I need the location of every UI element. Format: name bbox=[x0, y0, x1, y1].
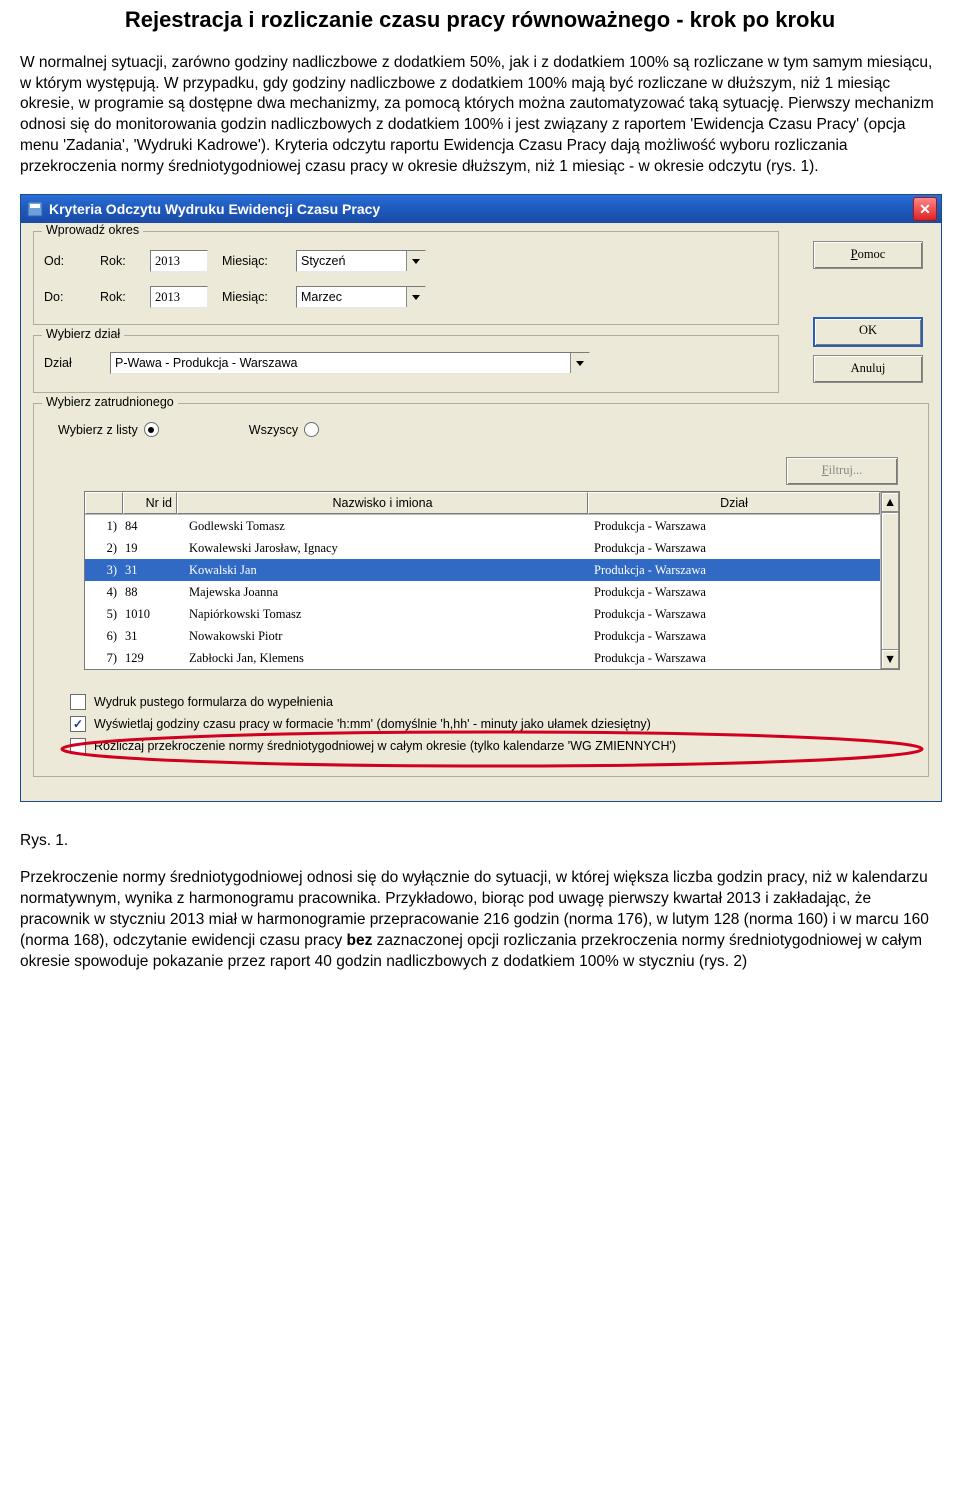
employee-legend: Wybierz zatrudnionego bbox=[42, 395, 178, 409]
radio-dot-icon bbox=[144, 422, 159, 437]
department-label: Dział bbox=[44, 356, 96, 370]
checkbox-blank-form[interactable]: Wydruk pustego formularza do wypełnienia bbox=[70, 694, 918, 710]
col-header-dept[interactable]: Dział bbox=[588, 492, 880, 514]
chevron-down-icon bbox=[570, 353, 589, 373]
radio-from-list[interactable]: Wybierz z listy bbox=[58, 422, 159, 437]
chevron-down-icon bbox=[406, 287, 425, 307]
outro-paragraph: Przekroczenie normy średniotygodniowej o… bbox=[20, 868, 940, 973]
cancel-button[interactable]: Anuluj bbox=[813, 355, 923, 383]
checkbox-icon: ✓ bbox=[70, 716, 86, 732]
to-year-input[interactable]: 2013 bbox=[150, 286, 208, 308]
table-row[interactable]: 6)31Nowakowski PiotrProdukcja - Warszawa bbox=[85, 625, 880, 647]
dialog-titlebar[interactable]: Kryteria Odczytu Wydruku Ewidencji Czasu… bbox=[21, 195, 941, 223]
radio-all[interactable]: Wszyscy bbox=[249, 422, 319, 437]
table-row[interactable]: 3)31Kowalski JanProdukcja - Warszawa bbox=[85, 559, 880, 581]
to-month-combo[interactable]: Marzec bbox=[296, 286, 426, 308]
ok-button[interactable]: OK bbox=[813, 317, 923, 347]
department-group: Wybierz dział Dział P-Wawa - Produkcja -… bbox=[33, 335, 779, 393]
criteria-dialog: Kryteria Odczytu Wydruku Ewidencji Czasu… bbox=[20, 194, 942, 802]
checkbox-icon bbox=[70, 694, 86, 710]
intro-paragraph: W normalnej sytuacji, zarówno godziny na… bbox=[20, 53, 940, 179]
col-header-num[interactable] bbox=[85, 492, 123, 514]
filter-button[interactable]: Filtruj... bbox=[786, 457, 898, 485]
period-group: Wprowadź okres Od: Rok: 2013 Miesiąc: St… bbox=[33, 231, 779, 325]
list-header: Nr id Nazwisko i imiona Dział bbox=[85, 492, 880, 515]
page-title: Rejestracja i rozliczanie czasu pracy ró… bbox=[20, 6, 940, 35]
dialog-title: Kryteria Odczytu Wydruku Ewidencji Czasu… bbox=[49, 201, 380, 217]
scroll-down-icon[interactable]: ▼ bbox=[881, 649, 899, 669]
table-row[interactable]: 2)19Kowalewski Jarosław, IgnacyProdukcja… bbox=[85, 537, 880, 559]
month-label: Miesiąc: bbox=[222, 290, 282, 304]
period-legend: Wprowadź okres bbox=[42, 223, 143, 237]
close-icon: ✕ bbox=[919, 201, 931, 218]
from-year-input[interactable]: 2013 bbox=[150, 250, 208, 272]
to-label: Do: bbox=[44, 290, 86, 304]
col-header-name[interactable]: Nazwisko i imiona bbox=[177, 492, 588, 514]
year-label: Rok: bbox=[100, 290, 136, 304]
employee-list: Nr id Nazwisko i imiona Dział 1)84Godlew… bbox=[84, 491, 900, 670]
checkbox-hmm-format[interactable]: ✓ Wyświetlaj godziny czasu pracy w forma… bbox=[70, 716, 918, 732]
department-combo[interactable]: P-Wawa - Produkcja - Warszawa bbox=[110, 352, 590, 374]
from-label: Od: bbox=[44, 254, 86, 268]
vertical-scrollbar[interactable]: ▲ ▼ bbox=[880, 492, 899, 669]
chevron-down-icon bbox=[406, 251, 425, 271]
table-row[interactable]: 1)84Godlewski TomaszProdukcja - Warszawa bbox=[85, 515, 880, 537]
close-button[interactable]: ✕ bbox=[913, 197, 937, 221]
col-header-id[interactable]: Nr id bbox=[123, 492, 177, 514]
scroll-thumb[interactable] bbox=[881, 512, 899, 651]
table-row[interactable]: 4)88Majewska JoannaProdukcja - Warszawa bbox=[85, 581, 880, 603]
help-button[interactable]: Pomoc bbox=[813, 241, 923, 269]
table-row[interactable]: 5)1010Napiórkowski TomaszProdukcja - War… bbox=[85, 603, 880, 625]
radio-dot-icon bbox=[304, 422, 319, 437]
month-label: Miesiąc: bbox=[222, 254, 282, 268]
app-icon bbox=[27, 201, 43, 217]
checkbox-icon bbox=[70, 738, 86, 754]
department-legend: Wybierz dział bbox=[42, 327, 124, 341]
year-label: Rok: bbox=[100, 254, 136, 268]
scroll-up-icon[interactable]: ▲ bbox=[881, 492, 899, 512]
table-row[interactable]: 7)129Zabłocki Jan, KlemensProdukcja - Wa… bbox=[85, 647, 880, 669]
employee-group: Wybierz zatrudnionego Wybierz z listy Ws… bbox=[33, 403, 929, 777]
figure-caption: Rys. 1. bbox=[20, 832, 940, 850]
from-month-combo[interactable]: Styczeń bbox=[296, 250, 426, 272]
checkbox-avg-weekly[interactable]: Rozliczaj przekroczenie normy średniotyg… bbox=[70, 738, 908, 754]
